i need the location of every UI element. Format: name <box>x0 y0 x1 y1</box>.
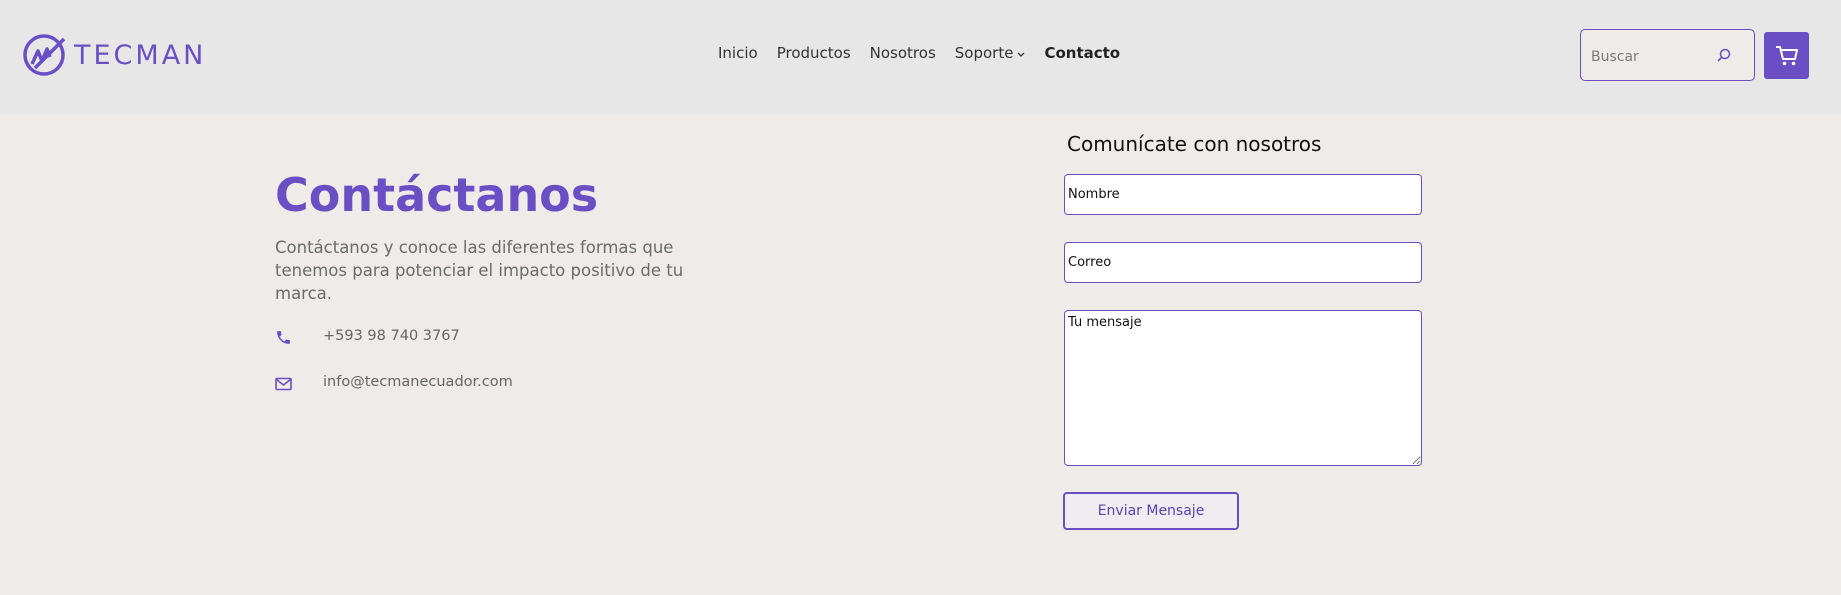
search-box <box>1580 29 1755 81</box>
site-header: TECMAN Inicio Productos Nosotros Soporte… <box>0 0 1841 114</box>
phone-number[interactable]: +593 98 740 3767 <box>323 328 460 344</box>
nav-item-inicio[interactable]: Inicio <box>718 44 758 62</box>
envelope-icon <box>275 377 292 391</box>
brand-name: TECMAN <box>74 39 207 71</box>
email-address[interactable]: info@tecmanecuador.com <box>323 374 513 390</box>
chevron-down-icon <box>1017 52 1025 57</box>
cart-icon <box>1775 45 1798 65</box>
phone-icon <box>277 331 290 344</box>
name-field[interactable] <box>1064 174 1422 215</box>
form-title: Comunícate con nosotros <box>1067 132 1322 156</box>
page-title: Contáctanos <box>275 168 599 222</box>
send-message-button[interactable]: Enviar Mensaje <box>1063 492 1239 530</box>
search-input[interactable] <box>1589 44 1713 70</box>
email-field[interactable] <box>1064 242 1422 283</box>
nav-item-soporte[interactable]: Soporte <box>955 44 1026 62</box>
nav-item-nosotros[interactable]: Nosotros <box>870 44 936 62</box>
email-row: info@tecmanecuador.com <box>275 374 513 391</box>
nav-item-contacto[interactable]: Contacto <box>1044 44 1120 62</box>
message-field[interactable] <box>1064 310 1422 466</box>
nav-item-soporte-label: Soporte <box>954 44 1014 62</box>
tecman-logo-icon <box>23 34 66 76</box>
search-icon[interactable] <box>1716 47 1732 63</box>
phone-row: +593 98 740 3767 <box>275 328 460 346</box>
main-nav: Inicio Productos Nosotros Soporte Contac… <box>718 44 1139 62</box>
cart-button[interactable] <box>1764 32 1809 79</box>
brand-logo[interactable]: TECMAN <box>20 31 206 79</box>
nav-item-productos[interactable]: Productos <box>777 44 851 62</box>
page-description: Contáctanos y conoce las diferentes form… <box>275 238 684 303</box>
